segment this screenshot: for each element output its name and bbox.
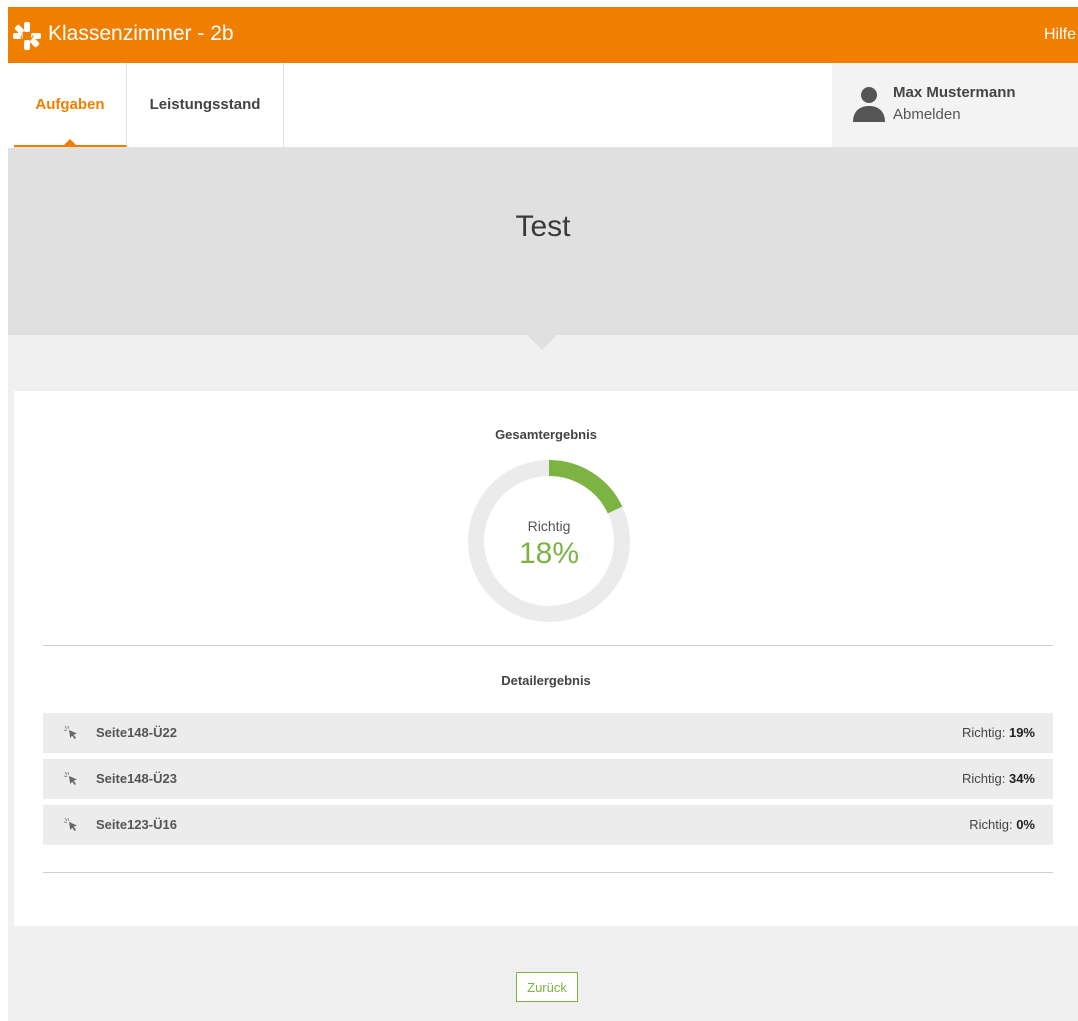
detail-row-label: Seite148-Ü22 — [96, 725, 177, 740]
detail-row-score: Richtig: 34% — [961, 771, 1035, 786]
detail-row[interactable]: Seite148-Ü22 Richtig: 19% — [43, 713, 1053, 753]
detail-row-score: Richtig: 19% — [961, 725, 1035, 740]
page-title: Test — [515, 210, 571, 243]
tab-aufgaben[interactable]: Aufgaben — [14, 63, 127, 147]
logo-text: öbv — [20, 33, 34, 41]
pointer-click-icon — [63, 817, 77, 831]
divider — [43, 872, 1053, 873]
detail-row[interactable]: Seite123-Ü16 Richtig: 0% — [43, 805, 1053, 845]
detail-row-label: Seite148-Ü23 — [96, 771, 177, 786]
detail-row[interactable]: Seite148-Ü23 Richtig: 34% — [43, 759, 1053, 799]
nav-bar: Aufgaben Leistungsstand Max Mustermann A… — [14, 63, 1078, 148]
footer: Zurück — [8, 926, 1078, 1021]
pointer-click-icon — [63, 771, 77, 785]
tab-aufgaben-label: Aufgaben — [35, 96, 105, 113]
tab-leistungsstand-label: Leistungsstand — [149, 96, 261, 113]
app-title: Klassenzimmer - 2b — [48, 22, 234, 45]
overall-result-donut: Richtig 18% — [468, 460, 630, 622]
app-header: öbv Klassenzimmer - 2b Hilfe — [8, 7, 1078, 63]
overall-result-heading: Gesamtergebnis — [495, 427, 597, 442]
tab-leistungsstand[interactable]: Leistungsstand — [127, 63, 284, 147]
user-menu: Max Mustermann Abmelden — [832, 63, 1078, 147]
help-link[interactable]: Hilfe — [1044, 24, 1078, 46]
logout-link[interactable]: Abmelden — [893, 106, 961, 123]
detail-row-label: Seite123-Ü16 — [96, 817, 177, 832]
header-pointer — [527, 335, 557, 350]
user-name: Max Mustermann — [893, 84, 1016, 101]
obv-logo-icon: öbv — [13, 22, 41, 50]
detail-result-heading: Detailergebnis — [501, 673, 591, 688]
donut-label: Richtig — [528, 518, 571, 534]
detail-row-score: Richtig: 0% — [969, 817, 1035, 832]
user-icon — [853, 87, 885, 122]
divider — [43, 645, 1053, 646]
result-panel: Gesamtergebnis Richtig 18% Detailergebni… — [14, 391, 1078, 926]
pointer-click-icon — [63, 725, 77, 739]
donut-percent: 18% — [519, 537, 579, 570]
page-header: Test — [8, 148, 1078, 335]
active-tab-indicator — [64, 139, 76, 145]
back-button[interactable]: Zurück — [516, 972, 578, 1002]
